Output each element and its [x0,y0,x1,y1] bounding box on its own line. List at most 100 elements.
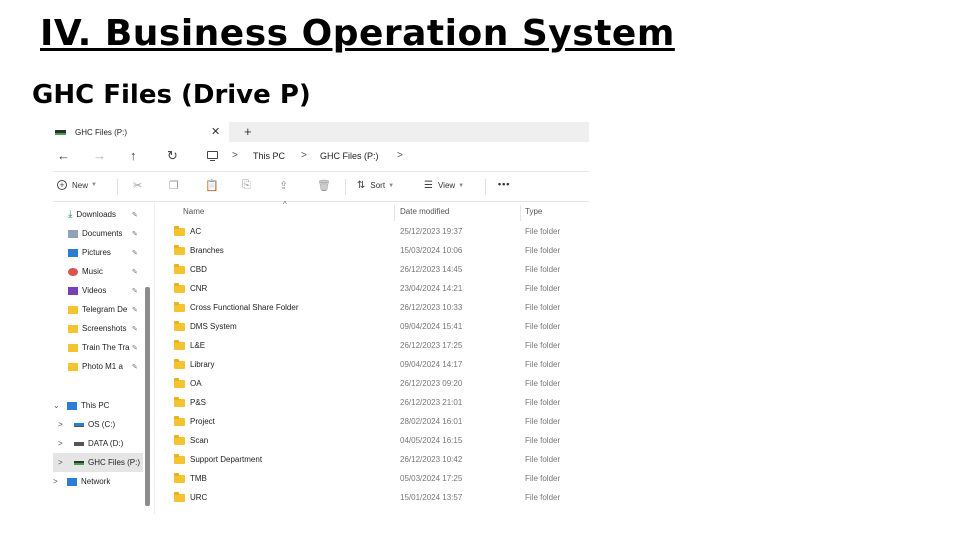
column-header-name[interactable]: Name [183,207,204,216]
table-row[interactable]: L&E 26/12/2023 17:25 File folder [171,337,581,356]
view-button[interactable]: ☰ View ▼ [424,180,464,191]
tab-bar: GHC Files (P:) ✕ + [53,122,589,142]
chevron-right-icon[interactable]: > [58,439,63,448]
chevron-right-icon[interactable]: > [53,477,58,486]
file-explorer-window: GHC Files (P:) ✕ + ← → ↑ ↻ > This PC > G… [53,122,589,514]
table-row[interactable]: Cross Functional Share Folder 26/12/2023 … [171,299,581,318]
paste-icon[interactable]: 📋 [205,179,219,192]
sidebar-item-downloads[interactable]: ⤓ Downloads ✎ [53,205,143,224]
sidebar-item-network[interactable]: > Network [53,472,143,491]
breadcrumb-separator[interactable]: > [232,150,238,161]
table-row[interactable]: DMS System 09/04/2024 15:41 File folder [171,318,581,337]
computer-icon[interactable] [207,151,218,162]
breadcrumb-ghc-files[interactable]: GHC Files (P:) [320,151,379,161]
sidebar-item-pictures[interactable]: Pictures ✎ [53,243,143,262]
chevron-down-icon: ▼ [388,182,395,189]
table-row[interactable]: Project 28/02/2024 16:01 File folder [171,413,581,432]
sidebar-item-train-the-trainer[interactable]: Train The Tra ✎ [53,338,143,357]
sidebar-item-this-pc[interactable]: ⌄ This PC [53,396,143,415]
sidebar-item-photo-m1[interactable]: Photo M1 a ✎ [53,357,143,376]
slide-title: IV. Business Operation System [40,13,675,54]
sidebar-item-os-c[interactable]: > OS (C:) [53,415,143,434]
refresh-icon[interactable]: ↻ [167,148,178,164]
delete-icon[interactable]: 🗑 [317,179,331,192]
folder-icon [174,397,185,407]
table-row[interactable]: OA 26/12/2023 09:20 File folder [171,375,581,394]
pin-icon[interactable]: ✎ [132,325,138,333]
file-name: Library [190,360,215,369]
column-header-date-modified[interactable]: Date modified [400,207,449,216]
table-row[interactable]: Support Department 26/12/2023 10:42 File f… [171,451,581,470]
table-row[interactable]: URC 15/01/2024 13:57 File folder [171,489,581,508]
file-type: File folder [525,455,561,464]
file-name: Scan [190,436,209,445]
folder-icon [68,305,78,314]
table-row[interactable]: TMB 05/03/2024 17:25 File folder [171,470,581,489]
breadcrumb-separator[interactable]: > [397,150,403,161]
file-type: File folder [525,436,561,445]
download-icon: ⤓ [68,208,73,220]
sidebar-item-music[interactable]: Music ✎ [53,262,143,281]
close-tab-icon[interactable]: ✕ [211,125,220,138]
cut-icon[interactable]: ✂ [133,179,142,192]
folder-icon [68,362,78,371]
file-date-modified: 26/12/2023 09:20 [400,379,463,388]
file-type: File folder [525,360,561,369]
new-button[interactable]: + New ▼ [57,180,97,190]
copy-icon[interactable]: ❐ [169,179,179,192]
pin-icon[interactable]: ✎ [132,268,138,276]
tab-ghc-files[interactable]: GHC Files (P:) ✕ [53,122,229,142]
sidebar-item-ghc-files[interactable]: > GHC Files (P:) [53,453,143,472]
column-header-type[interactable]: Type [525,207,542,216]
pin-icon[interactable]: ✎ [132,344,138,352]
sidebar-item-data-d[interactable]: > DATA (D:) [53,434,143,453]
folder-icon [174,283,185,293]
table-row[interactable]: Scan 04/05/2024 16:15 File folder [171,432,581,451]
table-row[interactable]: CBD 26/12/2023 14:45 File folder [171,261,581,280]
sort-button[interactable]: ⇅ Sort ▼ [357,180,394,191]
pin-icon[interactable]: ✎ [132,287,138,295]
sidebar-item-documents[interactable]: Documents ✎ [53,224,143,243]
file-name: OA [190,379,202,388]
chevron-right-icon[interactable]: > [58,420,63,429]
network-icon [67,477,77,486]
folder-icon [174,359,185,369]
table-row[interactable]: P&S 26/12/2023 21:01 File folder [171,394,581,413]
rename-icon[interactable]: ⎘ [242,179,251,192]
sidebar-scrollbar[interactable] [145,287,150,506]
more-options-icon[interactable]: ••• [498,179,510,189]
up-arrow-icon[interactable]: ↑ [130,148,137,164]
pin-icon[interactable]: ✎ [132,230,138,238]
pin-icon[interactable]: ✎ [132,363,138,371]
table-row[interactable]: CNR 23/04/2024 14:21 File folder [171,280,581,299]
pin-icon[interactable]: ✎ [132,306,138,314]
breadcrumb-this-pc[interactable]: This PC [253,151,285,161]
command-toolbar: + New ▼ ✂ ❐ 📋 ⎘ ⇪ 🗑 ⇅ Sort ▼ ☰ View ▼ ••… [53,172,589,202]
expanded-chevron-icon[interactable]: ⌄ [53,401,60,410]
sidebar-item-telegram[interactable]: Telegram De ✎ [53,300,143,319]
file-date-modified: 23/04/2024 14:21 [400,284,463,293]
documents-icon [68,229,78,238]
column-divider[interactable] [520,205,521,221]
folder-icon [174,416,185,426]
chevron-right-icon[interactable]: > [58,458,63,467]
table-row[interactable]: Library 09/04/2024 14:17 File folder [171,356,581,375]
breadcrumb-separator[interactable]: > [301,150,307,161]
forward-arrow-icon[interactable]: → [93,148,106,164]
new-tab-button[interactable]: + [244,124,252,139]
sidebar-item-videos[interactable]: Videos ✎ [53,281,143,300]
chevron-down-icon: ▼ [91,182,97,188]
file-name: Support Department [190,455,263,464]
table-row[interactable]: Branches 15/03/2024 10:06 File folder [171,242,581,261]
sidebar-item-screenshots[interactable]: Screenshots ✎ [53,319,143,338]
share-icon[interactable]: ⇪ [279,179,288,192]
column-divider[interactable] [394,205,395,221]
back-arrow-icon[interactable]: ← [57,148,70,164]
file-date-modified: 26/12/2023 14:45 [400,265,463,274]
toolbar-divider [485,179,486,195]
table-row[interactable]: AC 25/12/2023 19:37 File folder [171,223,581,242]
pin-icon[interactable]: ✎ [132,249,138,257]
file-type: File folder [525,246,561,255]
pin-icon[interactable]: ✎ [132,211,138,219]
folder-icon [174,321,185,331]
